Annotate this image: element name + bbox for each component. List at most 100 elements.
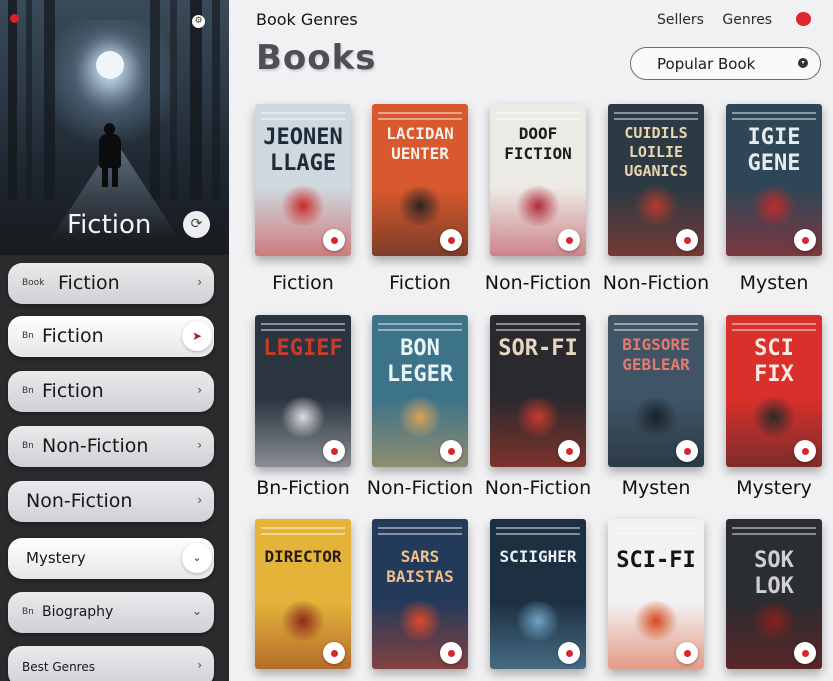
featured-genre-banner[interactable]: ⚙ Fiction ⟳ xyxy=(0,0,229,255)
book-cover[interactable]: SCIIGHER xyxy=(490,519,586,669)
header-link-genres[interactable]: Genres xyxy=(722,12,772,28)
book-cover[interactable]: JEONEN LLAGE xyxy=(255,104,351,256)
book-cover-title: CUIDILS xyxy=(624,124,688,142)
favorite-icon[interactable] xyxy=(440,229,462,251)
featured-genre-title: Fiction xyxy=(67,210,152,240)
book-cover-title: BON xyxy=(400,336,440,361)
favorite-icon[interactable] xyxy=(794,229,816,251)
book-cover[interactable]: LACIDAN UENTER xyxy=(372,104,468,256)
cursor-icon[interactable]: ➤ xyxy=(182,321,212,351)
sidebar-item-prefix: Bn xyxy=(22,607,34,617)
cover-rule xyxy=(378,112,462,114)
sidebar-item-non-fiction[interactable]: Bn Non-Fiction › xyxy=(8,426,214,467)
sidebar-item-prefix: Bn xyxy=(22,331,34,341)
sidebar-item-fiction[interactable]: Book Fiction › xyxy=(8,263,214,304)
book-cover-title: DIRECTOR xyxy=(264,547,342,566)
book-cover-title: UENTER xyxy=(391,144,449,163)
book-cover-title: SCI-FI xyxy=(616,548,696,573)
book-cover[interactable]: BIGSORE GEBLEAR xyxy=(608,315,704,467)
cover-rule xyxy=(378,118,462,120)
favorite-icon[interactable] xyxy=(676,229,698,251)
notification-dot-icon[interactable] xyxy=(796,12,811,26)
cover-rule xyxy=(614,323,698,325)
sidebar-item-best-genres[interactable]: Best Genres › xyxy=(8,646,214,681)
sidebar-item-label: Biography xyxy=(42,604,114,620)
book-cover[interactable]: DOOF FICTION xyxy=(490,104,586,256)
cover-rule xyxy=(732,527,816,529)
book-genre-label: Mysten xyxy=(621,477,691,499)
cover-illustration xyxy=(279,397,327,437)
favorite-icon[interactable] xyxy=(558,229,580,251)
sidebar-item-prefix: Bn xyxy=(22,441,34,451)
chevron-right-icon: › xyxy=(197,493,202,507)
book-cover-title: GENE xyxy=(747,151,801,176)
cover-rule xyxy=(496,329,580,331)
chevron-right-icon: › xyxy=(197,383,202,397)
cover-rule xyxy=(261,323,345,325)
favorite-icon[interactable] xyxy=(323,440,345,462)
book-cover[interactable]: SCI-FI xyxy=(608,519,704,669)
sidebar-item-label: Fiction xyxy=(42,325,104,347)
favorite-icon[interactable] xyxy=(323,642,345,664)
sidebar-item-fiction-active[interactable]: Bn Fiction ➤ xyxy=(8,316,214,357)
book-cover-title: SOK xyxy=(754,548,794,573)
cover-rule xyxy=(378,527,462,529)
book-cover[interactable]: SCI FIX xyxy=(726,315,822,467)
popular-book-button[interactable]: Popular Book ▾ xyxy=(630,47,821,80)
sidebar-item-non-fiction-2[interactable]: Non-Fiction › xyxy=(8,481,214,522)
book-cover[interactable]: IGIE GENE xyxy=(726,104,822,256)
favorite-icon[interactable] xyxy=(794,440,816,462)
book-cover[interactable]: SOK LOK xyxy=(726,519,822,669)
cover-rule xyxy=(614,112,698,114)
favorite-icon[interactable] xyxy=(558,440,580,462)
cover-rule xyxy=(614,527,698,529)
header-link-sellers[interactable]: Sellers xyxy=(657,12,704,28)
book-genre-label: Bn-Fiction xyxy=(256,477,350,499)
moon xyxy=(96,51,124,79)
book-cover[interactable]: BON LEGER xyxy=(372,315,468,467)
favorite-icon[interactable] xyxy=(558,642,580,664)
book-cover[interactable]: DIRECTOR xyxy=(255,519,351,669)
sidebar-item-biography[interactable]: Bn Biography ⌄ xyxy=(8,592,214,633)
sidebar-item-mystery[interactable]: Mystery ⌄ xyxy=(8,538,214,579)
book-cover-title: LEGIEF xyxy=(263,336,343,361)
chevron-right-icon: › xyxy=(197,658,202,672)
cover-rule xyxy=(732,323,816,325)
book-cover-title: BAISTAS xyxy=(386,567,454,586)
favorite-icon[interactable] xyxy=(676,440,698,462)
sidebar-item-label: Fiction xyxy=(58,272,120,294)
chevron-right-icon: › xyxy=(197,275,202,289)
refresh-icon[interactable]: ⟳ xyxy=(183,211,210,238)
cover-rule xyxy=(378,533,462,535)
cover-rule xyxy=(261,533,345,535)
cover-rule xyxy=(378,329,462,331)
chevron-down-icon[interactable]: ⌄ xyxy=(182,543,212,573)
book-cover[interactable]: CUIDILS LOILIE UGANICS xyxy=(608,104,704,256)
tree xyxy=(170,0,177,200)
book-cover[interactable]: SOR-FI xyxy=(490,315,586,467)
book-cover-title: LOILIE xyxy=(628,143,684,161)
tree xyxy=(8,0,17,200)
cover-illustration xyxy=(279,601,327,641)
record-dot-icon xyxy=(10,14,19,23)
favorite-icon[interactable] xyxy=(440,642,462,664)
book-genre-label: Non-Fiction xyxy=(602,272,710,294)
favorite-icon[interactable] xyxy=(676,642,698,664)
favorite-icon[interactable] xyxy=(440,440,462,462)
sidebar-item-label: Non-Fiction xyxy=(26,490,133,512)
favorite-icon[interactable] xyxy=(794,642,816,664)
chevron-down-icon: ⌄ xyxy=(191,604,202,618)
book-genre-label: Mysten xyxy=(739,272,809,294)
popular-book-label: Popular Book xyxy=(657,55,756,73)
book-cover-title: LEGER xyxy=(386,362,454,387)
sidebar-item-label: Non-Fiction xyxy=(42,435,149,457)
sidebar-item-fiction-2[interactable]: Bn Fiction › xyxy=(8,371,214,412)
cover-illustration xyxy=(396,186,444,226)
cover-illustration xyxy=(632,397,680,437)
book-cover[interactable]: SARS BAISTAS xyxy=(372,519,468,669)
favorite-icon[interactable] xyxy=(323,229,345,251)
book-cover-title: UGANICS xyxy=(624,162,688,180)
book-cover[interactable]: LEGIEF xyxy=(255,315,351,467)
cover-rule xyxy=(614,533,698,535)
settings-icon[interactable]: ⚙ xyxy=(192,15,205,28)
